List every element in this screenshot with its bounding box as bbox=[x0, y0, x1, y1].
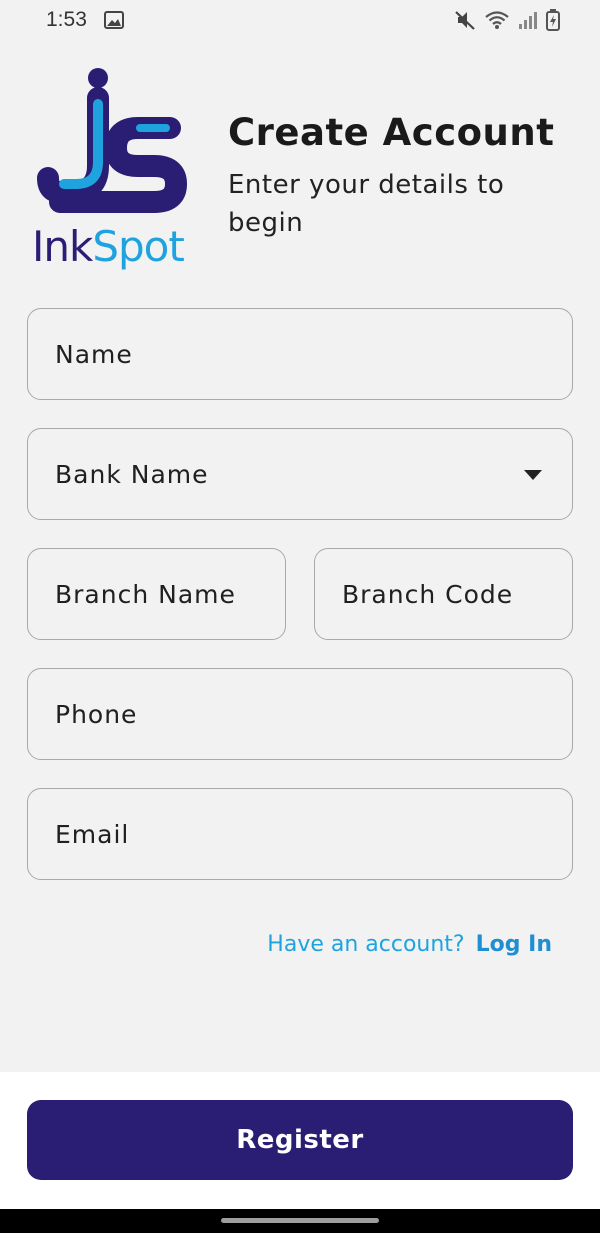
login-link[interactable]: Log In bbox=[476, 932, 552, 957]
footer: Register bbox=[0, 1072, 600, 1209]
home-indicator[interactable] bbox=[221, 1218, 379, 1223]
name-field[interactable]: Name bbox=[27, 308, 573, 400]
inkspot-logo: InkSpot bbox=[30, 66, 195, 276]
branch-name-placeholder: Branch Name bbox=[55, 580, 236, 609]
bank-name-placeholder: Bank Name bbox=[55, 460, 209, 489]
login-prompt-text: Have an account? bbox=[267, 932, 465, 957]
header: Create Account Enter your details to beg… bbox=[228, 108, 568, 242]
name-placeholder: Name bbox=[55, 340, 133, 369]
mute-icon bbox=[454, 9, 476, 35]
status-time: 1:53 bbox=[46, 8, 87, 31]
branch-code-placeholder: Branch Code bbox=[342, 580, 514, 609]
branch-name-field[interactable]: Branch Name bbox=[27, 548, 286, 640]
page-subtitle: Enter your details to begin bbox=[228, 170, 505, 238]
battery-icon bbox=[546, 9, 560, 35]
email-field[interactable]: Email bbox=[27, 788, 573, 880]
chevron-down-icon bbox=[524, 470, 542, 480]
page-title: Create Account bbox=[228, 111, 555, 154]
email-placeholder: Email bbox=[55, 820, 130, 849]
status-icons bbox=[454, 9, 560, 35]
bank-name-dropdown[interactable]: Bank Name bbox=[27, 428, 573, 520]
phone-placeholder: Phone bbox=[55, 700, 138, 729]
status-bar: 1:53 bbox=[0, 0, 600, 42]
svg-text:InkSpot: InkSpot bbox=[32, 222, 184, 271]
gallery-icon bbox=[104, 11, 124, 33]
phone-field[interactable]: Phone bbox=[27, 668, 573, 760]
register-button[interactable]: Register bbox=[27, 1100, 573, 1180]
signal-icon bbox=[518, 10, 538, 34]
branch-code-field[interactable]: Branch Code bbox=[314, 548, 573, 640]
login-prompt: Have an account? Log In bbox=[267, 932, 552, 957]
wifi-icon bbox=[484, 10, 510, 34]
system-nav-bar bbox=[0, 1209, 600, 1233]
